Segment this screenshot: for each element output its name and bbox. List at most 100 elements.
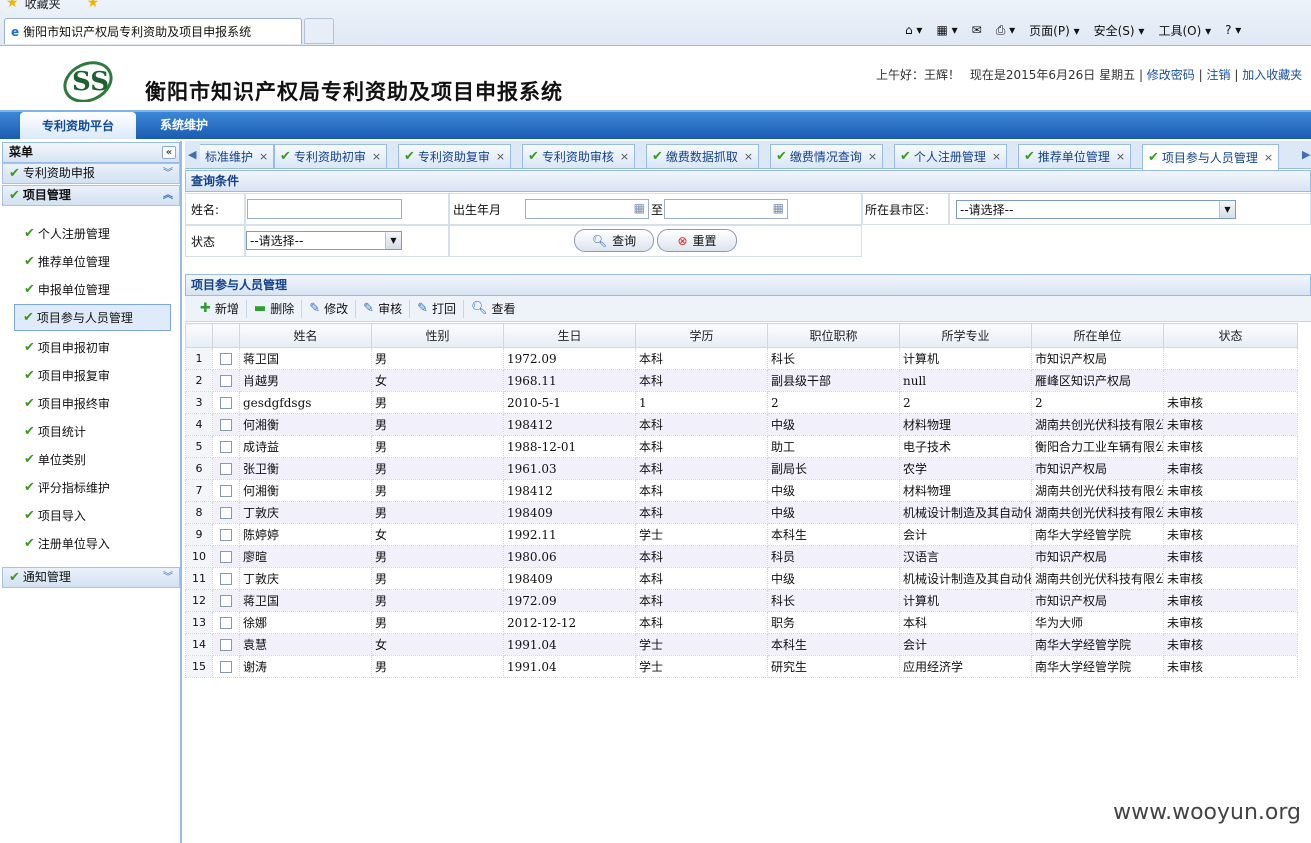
browser-tab[interactable]: e 衡阳市知识产权局专利资助及项目申报系统 (4, 18, 302, 44)
row-checkbox[interactable] (220, 551, 232, 563)
row-checkbox[interactable] (220, 617, 232, 629)
table-row[interactable]: 10 廖暄男 1980.06 本科 科员 汉语言 市知识产权局 未审核 (185, 545, 1298, 568)
row-checkbox-cell[interactable] (212, 479, 240, 502)
row-checkbox-cell[interactable] (212, 611, 240, 634)
sidebar-item-project-import[interactable]: ✔ 项目导入 (24, 504, 86, 526)
table-row[interactable]: 6 张卫衡男 1961.03 本科 副局长 农学 市知识产权局 未审核 (185, 457, 1298, 480)
audit-button[interactable]: ✎ 审核 (356, 299, 411, 318)
table-row[interactable]: 5 成诗益男 1988-12-01 本科 助工 电子技术 衡阳合力工业车辆有限公 未审核 (185, 435, 1298, 458)
add-button[interactable]: ✚ 新增 (193, 299, 247, 318)
tab-project-participants[interactable]: ✔ 项目参与人员管理 × (1142, 144, 1280, 170)
tab-standard[interactable]: 标准维护 × (200, 144, 275, 168)
sidebar-group-project[interactable]: ✔ 项目管理 ︽ (2, 185, 180, 206)
home-icon[interactable]: ⌂ ▾ (905, 23, 922, 37)
tab-patent-audit[interactable]: ✔ 专利资助审核 × (522, 144, 636, 168)
table-row[interactable]: 11 丁敦庆男 198409 本科 中级 机械设计制造及其自动化 湖南共创光伏科技有限公 未审… (185, 567, 1298, 590)
sidebar-item-project-stats[interactable]: ✔ 项目统计 (24, 420, 86, 442)
row-checkbox-cell[interactable] (212, 369, 240, 392)
row-checkbox-cell[interactable] (212, 523, 240, 546)
sidebar-item-unit-import[interactable]: ✔ 注册单位导入 (24, 532, 110, 554)
tab-patent-first[interactable]: ✔ 专利资助初审 × (274, 144, 388, 168)
sidebar-item-unit-category[interactable]: ✔ 单位类别 (24, 448, 86, 470)
col-unit[interactable]: 所在单位 (1031, 323, 1164, 348)
row-checkbox[interactable] (220, 573, 232, 585)
reject-button[interactable]: ✎ 打回 (410, 299, 464, 318)
col-education[interactable]: 学历 (635, 323, 768, 348)
row-checkbox-cell[interactable] (212, 457, 240, 480)
row-checkbox[interactable] (220, 639, 232, 651)
row-checkbox-cell[interactable] (212, 347, 240, 370)
add-favorites-link[interactable]: 加入收藏夹 (1242, 68, 1302, 82)
favorites-bar[interactable]: ★ 收藏夹 ★ (6, 0, 99, 11)
row-checkbox[interactable] (220, 441, 232, 453)
birth-start-input[interactable]: ▦ (525, 199, 649, 219)
table-row[interactable]: 12 蒋卫国男 1972.09 本科 科长 计算机 市知识产权局 未审核 (185, 589, 1298, 612)
table-row[interactable]: 3 gesdgfdsgs 男 2010-5-1 1 2 2 2 未审核 (185, 391, 1298, 414)
menu-tools[interactable]: 工具(O) ▾ (1158, 22, 1211, 39)
logout-link[interactable]: 注销 (1207, 68, 1231, 82)
row-checkbox-cell[interactable] (212, 413, 240, 436)
row-checkbox[interactable] (220, 529, 232, 541)
table-row[interactable]: 14 袁慧女 1991.04 学士 本科生 会计 南华大学经管学院 未审核 (185, 633, 1298, 656)
edit-button[interactable]: ✎ 修改 (302, 299, 357, 318)
change-password-link[interactable]: 修改密码 (1147, 68, 1195, 82)
row-checkbox-cell[interactable] (212, 391, 240, 414)
tab-recommend-unit[interactable]: ✔ 推荐单位管理 × (1018, 144, 1132, 168)
sidebar-item-personal-registration[interactable]: ✔ 个人注册管理 (24, 222, 110, 244)
col-status[interactable]: 状态 (1163, 323, 1298, 348)
row-checkbox-cell[interactable] (212, 567, 240, 590)
status-select[interactable]: --请选择-- ▼ (246, 231, 402, 250)
tab-patent-second[interactable]: ✔ 专利资助复审 × (398, 144, 512, 168)
menu-safety[interactable]: 安全(S) ▾ (1094, 22, 1145, 39)
row-checkbox[interactable] (220, 375, 232, 387)
row-checkbox[interactable] (220, 353, 232, 365)
county-select[interactable]: --请选择-- ▼ (956, 200, 1236, 219)
col-name[interactable]: 姓名 (239, 323, 372, 348)
sidebar-item-recommend-unit[interactable]: ✔ 推荐单位管理 (24, 250, 110, 272)
collapse-sidebar-icon[interactable]: « (162, 146, 176, 159)
feed-icon[interactable]: ▦ ▾ (936, 23, 957, 37)
row-checkbox[interactable] (220, 485, 232, 497)
row-checkbox-cell[interactable] (212, 655, 240, 678)
calendar-icon[interactable]: ▦ (773, 201, 784, 215)
col-title[interactable]: 职位职称 (767, 323, 900, 348)
table-row[interactable]: 2 肖越男女 1968.11 本科 副县级干部 null 雁峰区知识产权局 (185, 369, 1298, 392)
row-checkbox-cell[interactable] (212, 633, 240, 656)
sidebar-item-applicant-unit[interactable]: ✔ 申报单位管理 (24, 278, 110, 300)
sidebar-item-second-review[interactable]: ✔ 项目申报复审 (24, 364, 110, 386)
tab-fee-fetch[interactable]: ✔ 缴费数据抓取 × (646, 144, 760, 168)
name-input[interactable] (247, 199, 402, 219)
col-gender[interactable]: 性别 (371, 323, 504, 348)
row-checkbox[interactable] (220, 419, 232, 431)
select-all-header[interactable] (212, 323, 240, 348)
table-row[interactable]: 1 蒋卫国男 1972.09 本科 科长 计算机 市知识产权局 (185, 347, 1298, 370)
tab-personal-registration[interactable]: ✔ 个人注册管理 × (894, 144, 1008, 168)
row-checkbox[interactable] (220, 661, 232, 673)
birth-end-input[interactable]: ▦ (664, 199, 788, 219)
calendar-icon[interactable]: ▦ (634, 201, 645, 215)
row-checkbox-cell[interactable] (212, 545, 240, 568)
nav-tab-system-maintenance[interactable]: 系统维护 (160, 112, 208, 136)
col-major[interactable]: 所学专业 (899, 323, 1032, 348)
print-icon[interactable]: ⎙ ▾ (996, 23, 1015, 38)
delete-button[interactable]: ▬ 删除 (247, 299, 303, 318)
help-icon[interactable]: ? ▾ (1225, 23, 1241, 37)
col-birthday[interactable]: 生日 (503, 323, 636, 348)
table-row[interactable]: 15 谢涛男 1991.04 学士 研究生 应用经济学 南华大学经管学院 未审核 (185, 655, 1298, 678)
row-checkbox-cell[interactable] (212, 501, 240, 524)
row-checkbox[interactable] (220, 507, 232, 519)
sidebar-item-first-review[interactable]: ✔ 项目申报初审 (24, 336, 110, 358)
table-row[interactable]: 4 何湘衡男 198412 本科 中级 材料物理 湖南共创光伏科技有限公 未审核 (185, 413, 1298, 436)
row-checkbox-cell[interactable] (212, 435, 240, 458)
row-checkbox[interactable] (220, 463, 232, 475)
row-checkbox-cell[interactable] (212, 589, 240, 612)
scroll-left-icon[interactable]: ◀ (188, 148, 196, 161)
scroll-right-icon[interactable]: ▶ (1302, 148, 1310, 161)
new-tab-button[interactable] (304, 18, 334, 44)
table-row[interactable]: 9 陈婷婷女 1992.11 学士 本科生 会计 南华大学经管学院 未审核 (185, 523, 1298, 546)
nav-tab-patent-platform[interactable]: 专利资助平台 (20, 112, 136, 139)
table-row[interactable]: 7 何湘衡男 198412 本科 中级 材料物理 湖南共创光伏科技有限公 未审核 (185, 479, 1298, 502)
sidebar-group-notice[interactable]: ✔ 通知管理 ︾ (2, 567, 180, 588)
table-row[interactable]: 13 徐娜男 2012-12-12 本科 职务 本科 华为大师 未审核 (185, 611, 1298, 634)
tab-fee-query[interactable]: ✔ 缴费情况查询 × (770, 144, 884, 168)
